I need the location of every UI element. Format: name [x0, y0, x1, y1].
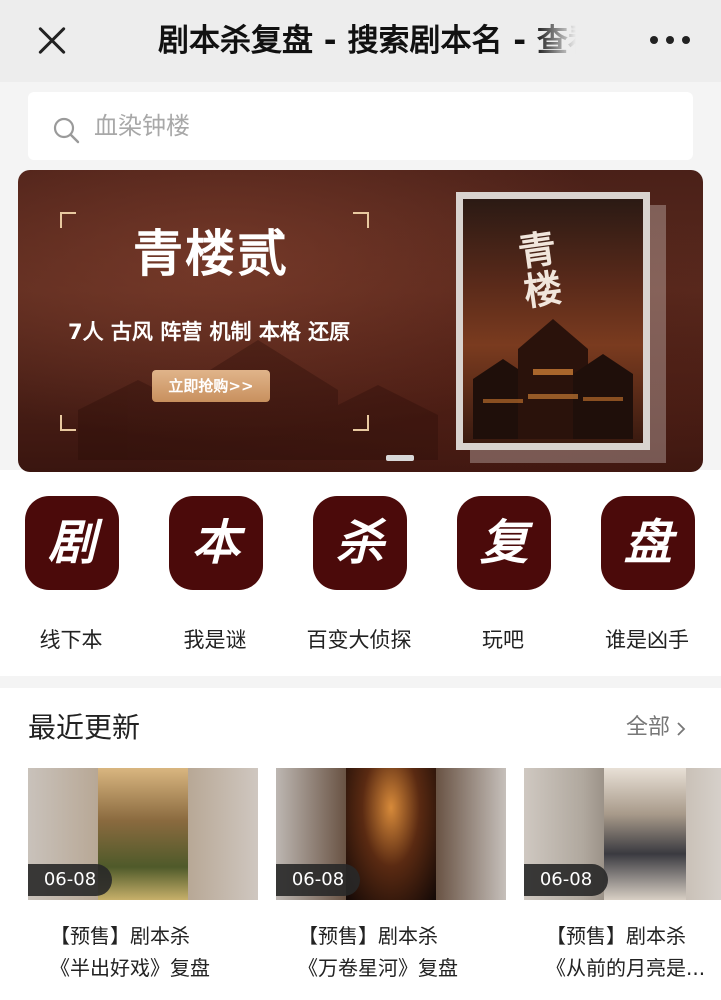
search-input[interactable]: [94, 102, 654, 150]
poster-image: [604, 768, 686, 900]
search-area: [0, 82, 721, 170]
banner-title: 青楼贰: [133, 224, 289, 283]
category-item[interactable]: 杀 百变大侦探: [289, 496, 429, 668]
script-card[interactable]: 06-08 【预售】剧本杀 《从前的月亮是...: [524, 768, 721, 1000]
pagoda-illustration: [473, 319, 633, 439]
script-card[interactable]: 06-08 【预售】剧本杀 《万卷星河》复盘: [276, 768, 506, 1000]
date-badge: 06-08: [524, 864, 608, 896]
card-line: 【预售】剧本杀: [50, 924, 190, 948]
search-box[interactable]: [28, 92, 693, 160]
frame-corner: [353, 415, 369, 431]
card-text: 【预售】剧本杀 《半出好戏》复盘: [28, 900, 258, 1000]
frame-corner: [60, 212, 76, 228]
section-divider: [0, 676, 721, 688]
promo-banner[interactable]: 青楼贰 7人 古风 阵营 机制 本格 还原 立即抢购>> 青楼: [18, 170, 703, 472]
card-line: 【预售】剧本杀: [298, 924, 438, 948]
section-header: 最近更新 全部: [0, 688, 721, 766]
category-label: 线下本: [39, 628, 103, 652]
category-icon: 杀: [313, 496, 407, 590]
buy-now-button[interactable]: 立即抢购>>: [152, 370, 270, 402]
card-title: 《半出好戏》复盘: [50, 956, 210, 980]
view-all-link[interactable]: 全部: [626, 712, 670, 744]
section-title: 最近更新: [28, 711, 141, 744]
category-grid: 剧 线下本 本 我是谜 杀 百变大侦探 复 玩吧 盘 谁是凶手: [0, 472, 721, 676]
search-icon: [53, 117, 80, 144]
card-line: 【预售】剧本杀: [546, 924, 686, 948]
category-label: 我是谜: [183, 628, 247, 652]
poster-frame: 青楼: [456, 192, 650, 450]
category-icon: 复: [457, 496, 551, 590]
category-label: 玩吧: [482, 628, 524, 652]
category-item[interactable]: 复 玩吧: [433, 496, 573, 668]
frame-corner: [60, 415, 76, 431]
frame-corner: [353, 212, 369, 228]
script-card[interactable]: 06-08 【预售】剧本杀 《半出好戏》复盘: [28, 768, 258, 1000]
card-title: 《从前的月亮是...: [546, 956, 706, 980]
poster-image: 青楼: [463, 199, 643, 443]
date-badge: 06-08: [276, 864, 360, 896]
close-icon[interactable]: [32, 20, 72, 60]
category-label: 百变大侦探: [306, 628, 412, 652]
card-thumbnail: 06-08: [28, 768, 258, 900]
category-icon: 剧: [25, 496, 119, 590]
date-badge: 06-08: [28, 864, 112, 896]
card-thumbnail: 06-08: [276, 768, 506, 900]
chevron-right-icon[interactable]: [676, 722, 686, 736]
card-text: 【预售】剧本杀 《万卷星河》复盘: [276, 900, 506, 1000]
category-item[interactable]: 本 我是谜: [145, 496, 285, 668]
category-item[interactable]: 盘 谁是凶手: [577, 496, 717, 668]
card-text: 【预售】剧本杀 《从前的月亮是...: [524, 900, 721, 1000]
page-title: 剧本杀复盘 - 搜索剧本名 - 查看: [158, 23, 576, 59]
category-icon: 本: [169, 496, 263, 590]
category-label: 谁是凶手: [605, 628, 689, 652]
carousel-indicator[interactable]: [386, 455, 414, 461]
banner-subtitle: 7人 古风 阵营 机制 本格 还原: [68, 320, 351, 344]
card-thumbnail: 06-08: [524, 768, 721, 900]
more-icon[interactable]: [650, 30, 690, 50]
title-bar: 剧本杀复盘 - 搜索剧本名 - 查看: [0, 0, 721, 82]
card-title: 《万卷星河》复盘: [298, 956, 458, 980]
category-item[interactable]: 剧 线下本: [1, 496, 141, 668]
category-icon: 盘: [601, 496, 695, 590]
